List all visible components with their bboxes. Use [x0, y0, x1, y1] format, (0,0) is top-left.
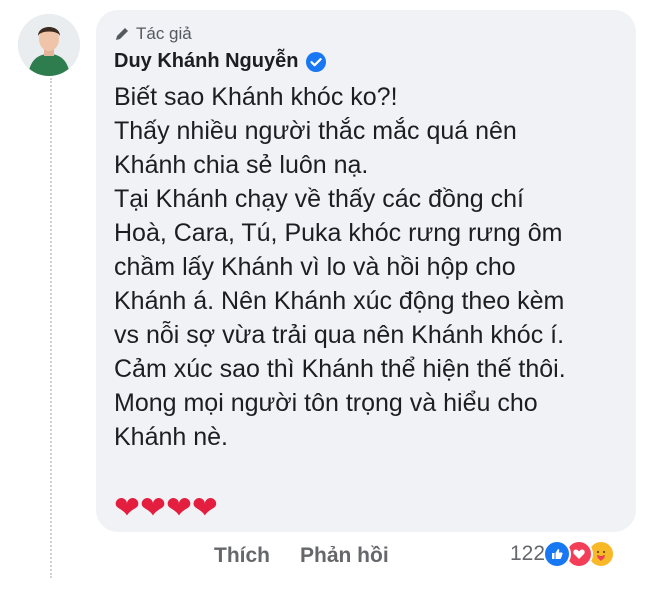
like-button[interactable]: Thích [214, 544, 270, 568]
pencil-icon [116, 28, 128, 40]
reaction-summary[interactable]: 122 [510, 540, 616, 568]
comment-line: Khánh chia sẻ luôn nạ. [114, 151, 369, 179]
author-name-row: Duy Khánh Nguyễn [114, 50, 327, 73]
verified-badge-icon [306, 51, 327, 72]
comment-line: chầm lấy Khánh vì lo và hồi hộp cho [114, 253, 516, 281]
thread-line [50, 78, 52, 578]
comment-text: Biết sao Khánh khóc ko?! Thấy nhiều ngườ… [114, 80, 624, 454]
like-icon [543, 540, 572, 568]
comment-line: Biết sao Khánh khóc ko?! [114, 83, 398, 111]
reply-button[interactable]: Phản hồi [300, 544, 389, 568]
comment-line: vs nỗi sợ vừa trải qua nên Khánh khóc í. [114, 321, 565, 349]
comment-line: Tại Khánh chạy về thấy các đồng chí [114, 185, 524, 213]
comment-actions: Thích Phản hồi [214, 544, 389, 568]
author-tag: Tác giả [114, 24, 192, 44]
reaction-count: 122 [510, 542, 546, 565]
avatar[interactable] [18, 14, 80, 76]
comment-line: Mong mọi người tôn trọng và hiểu cho [114, 389, 538, 417]
comment-line: Hoà, Cara, Tú, Puka khóc rưng rưng ôm [114, 219, 563, 247]
author-tag-label: Tác giả [136, 24, 192, 43]
hearts-emoji: ❤❤❤❤ [114, 490, 218, 525]
author-name[interactable]: Duy Khánh Nguyễn [114, 50, 298, 73]
avatar-image [18, 14, 80, 76]
comment-line: Thấy nhiều người thắc mắc quá nên [114, 117, 517, 145]
comment-line: Khánh nè. [114, 423, 228, 451]
comment-line: Cảm xúc sao thì Khánh thể hiện thế thôi. [114, 355, 566, 383]
comment-line: Khánh á. Nên Khánh xúc động theo kèm [114, 287, 565, 315]
